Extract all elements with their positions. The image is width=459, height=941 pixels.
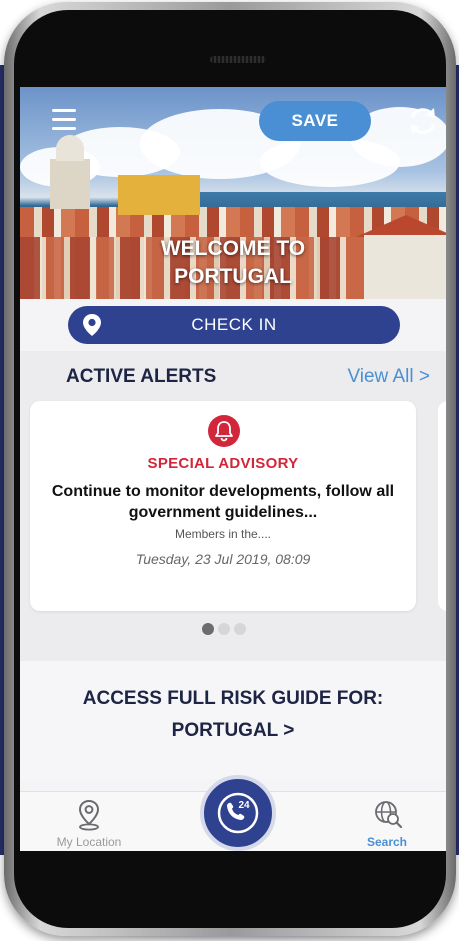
view-all-link[interactable]: View All > xyxy=(347,366,430,388)
page-dot[interactable] xyxy=(218,623,230,635)
check-in-label: CHECK IN xyxy=(191,315,277,334)
save-button[interactable]: SAVE xyxy=(259,101,371,141)
app-screen: SAVE WELCOME TO PORTUGAL CHECK IN ACTIVE… xyxy=(20,87,446,851)
speaker-grille xyxy=(210,56,266,63)
tab-search-label: Search xyxy=(366,835,408,849)
menu-icon[interactable] xyxy=(52,109,76,131)
welcome-line-1: WELCOME TO xyxy=(160,237,306,260)
risk-guide-line-2: PORTUGAL > xyxy=(171,720,295,741)
risk-guide-line-1: ACCESS FULL RISK GUIDE FOR: xyxy=(82,688,384,709)
carousel-pagination xyxy=(202,623,246,635)
welcome-title: WELCOME TO PORTUGAL xyxy=(20,235,446,291)
hero-church xyxy=(50,159,90,209)
hero-dome xyxy=(56,135,84,161)
tab-my-location[interactable]: My Location xyxy=(44,793,134,849)
page-dot-active[interactable] xyxy=(202,623,214,635)
alert-date: Tuesday, 23 Jul 2019, 08:09 xyxy=(135,551,311,567)
tab-my-location-label: My Location xyxy=(56,835,122,849)
tab-search[interactable]: Search xyxy=(342,793,432,849)
hero-banner: SAVE WELCOME TO PORTUGAL xyxy=(20,87,446,299)
emergency-call-button[interactable]: 24 xyxy=(200,775,276,851)
phone-24-icon: 24 xyxy=(217,792,259,834)
center-icon-label: 24 xyxy=(238,800,250,811)
check-in-button[interactable]: CHECK IN xyxy=(68,306,400,344)
welcome-line-2: PORTUGAL xyxy=(174,265,292,288)
location-pin-icon xyxy=(78,799,100,831)
alert-subtext: Members in the.... xyxy=(174,527,272,541)
alert-message: Continue to monitor developments, follow… xyxy=(51,483,395,521)
globe-search-icon xyxy=(375,801,403,829)
page-dot[interactable] xyxy=(234,623,246,635)
bell-icon xyxy=(208,415,240,447)
next-alert-card[interactable] xyxy=(438,401,446,611)
alert-card[interactable]: SPECIAL ADVISORY Continue to monitor dev… xyxy=(30,401,416,611)
alert-category: SPECIAL ADVISORY xyxy=(147,455,299,472)
risk-guide-link[interactable]: ACCESS FULL RISK GUIDE FOR: PORTUGAL > xyxy=(40,683,426,747)
hero-yellow-building xyxy=(118,175,200,215)
hero-roof xyxy=(356,215,446,237)
refresh-icon[interactable] xyxy=(405,103,441,139)
alerts-title: ACTIVE ALERTS xyxy=(66,366,217,387)
